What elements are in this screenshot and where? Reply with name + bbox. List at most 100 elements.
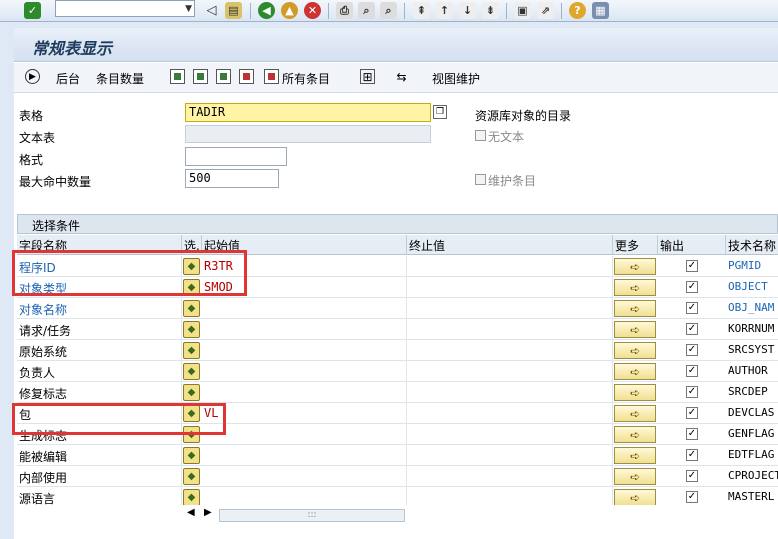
cancel-icon[interactable]: ✕ <box>304 2 321 19</box>
field-name-cell[interactable]: 对象名称 <box>17 298 182 319</box>
to-value-input[interactable] <box>407 403 613 424</box>
multiple-selection-button[interactable]: ➪ <box>614 363 656 380</box>
output-checkbox[interactable]: ✓ <box>686 428 698 440</box>
execute-icon[interactable]: ▶ <box>25 69 40 84</box>
output-checkbox[interactable]: ✓ <box>686 281 698 293</box>
to-value-input[interactable] <box>407 487 613 505</box>
to-value-input[interactable] <box>407 466 613 487</box>
multiple-selection-button[interactable]: ➪ <box>614 405 656 422</box>
from-value-input[interactable] <box>202 298 407 319</box>
back-arrow-icon[interactable]: ◁ <box>203 2 220 19</box>
find-next-icon[interactable]: ⌕ <box>380 2 397 19</box>
selection-option-icon[interactable]: ◆ <box>183 342 200 359</box>
output-checkbox[interactable]: ✓ <box>686 470 698 482</box>
help-icon[interactable]: ? <box>569 2 586 19</box>
previous-page-icon[interactable]: ↑ <box>436 2 453 19</box>
all-entries-button[interactable]: 所有条目 <box>282 70 330 87</box>
from-value-input[interactable]: VL <box>202 403 407 424</box>
from-value-input[interactable] <box>202 445 407 466</box>
horizontal-scrollbar[interactable]: ◀ ▶ ::: <box>17 507 778 523</box>
output-checkbox[interactable]: ✓ <box>686 449 698 461</box>
save-icon[interactable]: ▤ <box>225 2 242 19</box>
entry-count-button[interactable]: 条目数量 <box>96 70 144 87</box>
to-value-input[interactable] <box>407 382 613 403</box>
multiple-selection-button[interactable]: ➪ <box>614 468 656 485</box>
multiple-selection-button[interactable]: ➪ <box>614 321 656 338</box>
layout-menu-icon[interactable]: ▦ <box>592 2 609 19</box>
find-icon[interactable]: ⌕ <box>358 2 375 19</box>
selection-option-icon[interactable]: ◆ <box>183 489 200 505</box>
scroll-right-icon[interactable]: ▶ <box>204 507 212 518</box>
column-header-tech-name[interactable]: 技术名称 <box>726 235 778 255</box>
from-value-input[interactable] <box>202 361 407 382</box>
multiple-selection-button[interactable]: ➪ <box>614 342 656 359</box>
multiple-selection-button[interactable]: ➪ <box>614 489 656 505</box>
to-value-input[interactable] <box>407 445 613 466</box>
output-checkbox[interactable]: ✓ <box>686 344 698 356</box>
selection-option-icon[interactable]: ◆ <box>183 384 200 401</box>
to-value-input[interactable] <box>407 298 613 319</box>
to-value-input[interactable] <box>407 340 613 361</box>
to-value-input[interactable] <box>407 256 613 277</box>
from-value-input[interactable] <box>202 382 407 403</box>
document-icon[interactable] <box>170 69 185 84</box>
exit-icon[interactable]: ▲ <box>281 2 298 19</box>
scroll-thumb[interactable]: ::: <box>219 509 405 522</box>
shortcut-icon[interactable]: ⇗ <box>537 2 554 19</box>
no-text-checkbox[interactable] <box>475 130 486 141</box>
output-checkbox[interactable]: ✓ <box>686 386 698 398</box>
output-checkbox[interactable]: ✓ <box>686 260 698 272</box>
maintain-entries-checkbox[interactable] <box>475 174 486 185</box>
selection-option-icon[interactable]: ◆ <box>183 300 200 317</box>
from-value-input[interactable] <box>202 424 407 445</box>
from-value-input[interactable] <box>202 487 407 505</box>
column-header-output[interactable]: 输出 <box>658 235 726 255</box>
to-value-input[interactable] <box>407 424 613 445</box>
background-button[interactable]: 后台 <box>56 70 80 87</box>
max-hits-input[interactable]: 500 <box>185 169 279 188</box>
multiple-selection-button[interactable]: ➪ <box>614 447 656 464</box>
document-icon[interactable] <box>216 69 231 84</box>
to-value-input[interactable] <box>407 319 613 340</box>
back-icon[interactable]: ◀ <box>258 2 275 19</box>
multiple-selection-button[interactable]: ➪ <box>614 279 656 296</box>
from-value-input[interactable] <box>202 466 407 487</box>
column-header-to[interactable]: 终止值 <box>407 235 613 255</box>
from-value-input[interactable] <box>202 340 407 361</box>
output-checkbox[interactable]: ✓ <box>686 365 698 377</box>
command-field[interactable]: ▼ <box>55 0 195 17</box>
multiple-selection-button[interactable]: ➪ <box>614 426 656 443</box>
to-value-input[interactable] <box>407 361 613 382</box>
table-input[interactable]: TADIR <box>185 103 431 122</box>
scroll-left-icon[interactable]: ◀ <box>187 507 195 518</box>
from-value-input[interactable] <box>202 319 407 340</box>
options-icon[interactable]: ⊞ <box>360 69 375 84</box>
enter-checkmark-icon[interactable]: ✓ <box>24 2 41 19</box>
column-header-more[interactable]: 更多 <box>613 235 658 255</box>
document-delete-icon[interactable] <box>239 69 254 84</box>
view-maintenance-button[interactable]: 视图维护 <box>432 70 480 87</box>
output-checkbox[interactable]: ✓ <box>686 302 698 314</box>
value-help-icon[interactable]: ❐ <box>433 105 447 119</box>
selection-option-icon[interactable]: ◆ <box>183 363 200 380</box>
output-checkbox[interactable]: ✓ <box>686 407 698 419</box>
multiple-selection-button[interactable]: ➪ <box>614 258 656 275</box>
selection-option-icon[interactable]: ◆ <box>183 321 200 338</box>
last-page-icon[interactable]: ⇟ <box>482 2 499 19</box>
first-page-icon[interactable]: ⇞ <box>413 2 430 19</box>
to-value-input[interactable] <box>407 277 613 298</box>
format-input[interactable] <box>185 147 287 166</box>
all-entries-icon[interactable] <box>264 69 279 84</box>
output-checkbox[interactable]: ✓ <box>686 491 698 503</box>
multiple-selection-button[interactable]: ➪ <box>614 300 656 317</box>
multiple-selection-button[interactable]: ➪ <box>614 384 656 401</box>
selection-option-icon[interactable]: ◆ <box>183 447 200 464</box>
hierarchy-icon[interactable]: ⇆ <box>394 69 409 84</box>
new-session-icon[interactable]: ▣ <box>514 2 531 19</box>
print-icon[interactable]: ⎙ <box>336 2 353 19</box>
selection-option-icon[interactable]: ◆ <box>183 468 200 485</box>
document-icon[interactable] <box>193 69 208 84</box>
chevron-down-icon[interactable]: ▼ <box>185 4 192 14</box>
output-checkbox[interactable]: ✓ <box>686 323 698 335</box>
next-page-icon[interactable]: ↓ <box>459 2 476 19</box>
